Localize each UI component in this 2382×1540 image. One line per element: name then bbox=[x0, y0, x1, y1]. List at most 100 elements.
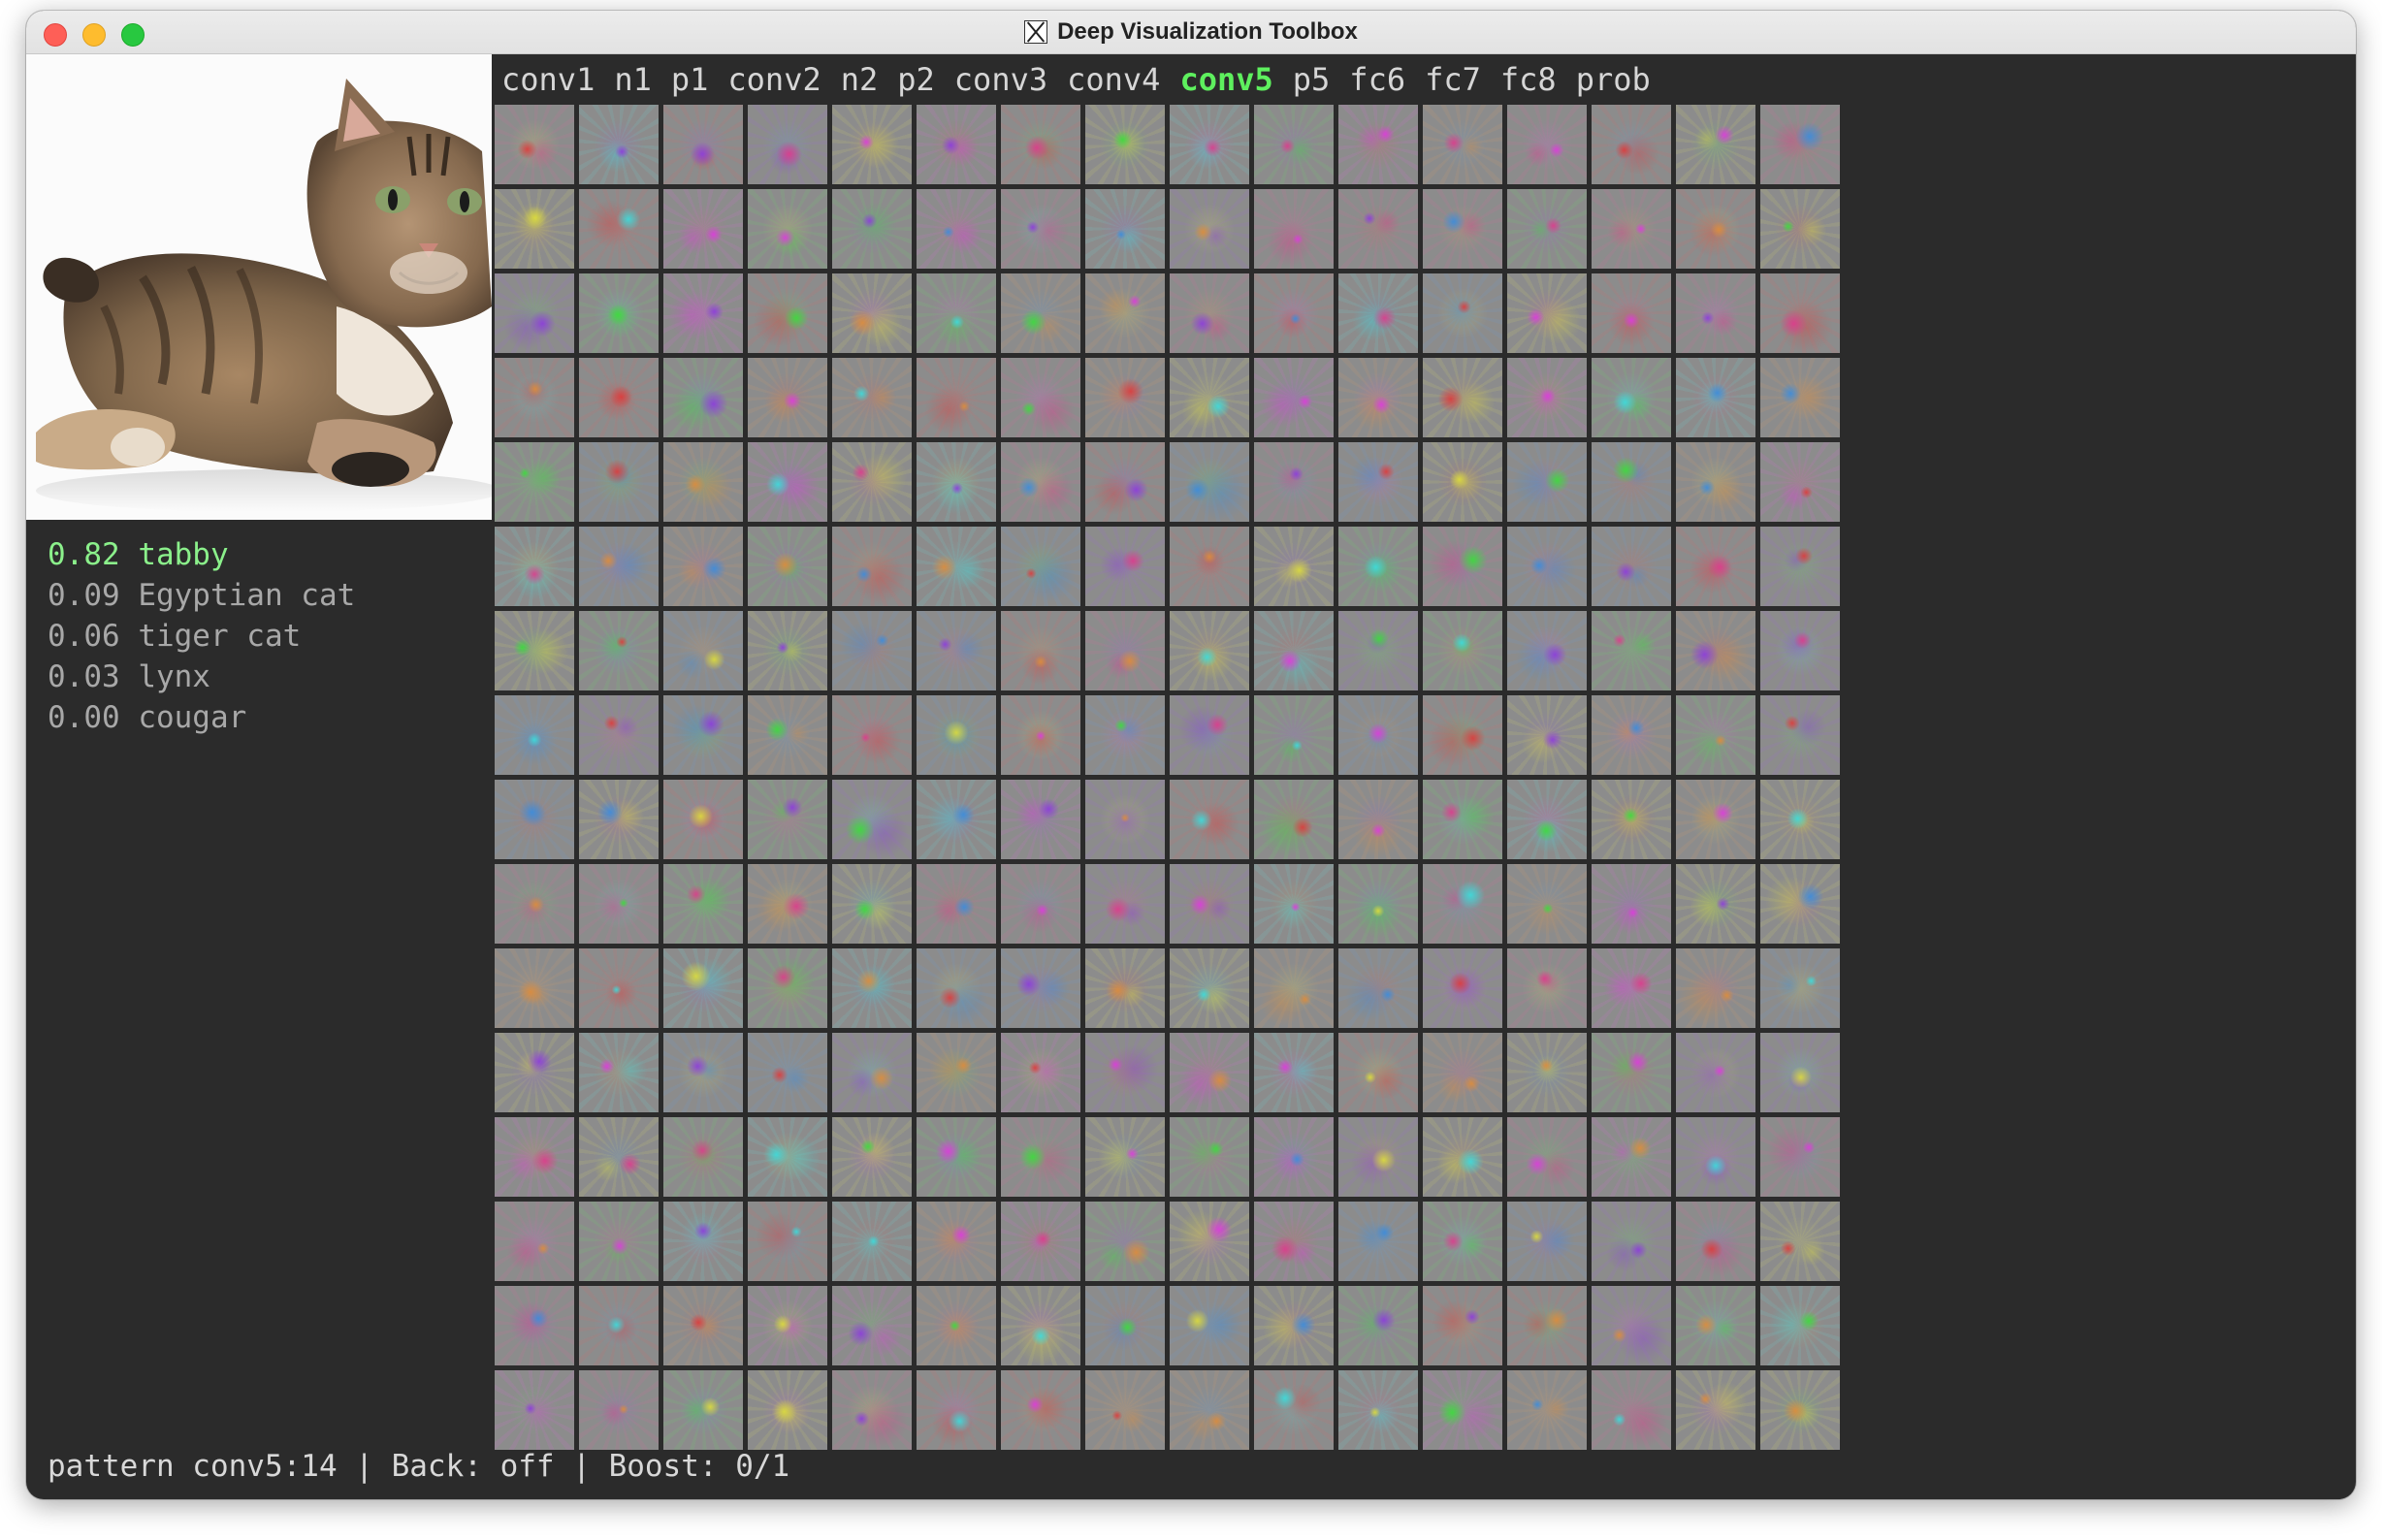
unit-cell[interactable] bbox=[663, 1202, 743, 1281]
unit-cell[interactable] bbox=[663, 442, 743, 522]
unit-cell[interactable] bbox=[663, 1286, 743, 1365]
unit-cell[interactable] bbox=[1592, 948, 1671, 1028]
unit-cell[interactable] bbox=[748, 358, 827, 437]
unit-cell[interactable] bbox=[917, 948, 996, 1028]
unit-cell[interactable] bbox=[832, 527, 912, 606]
unit-cell[interactable] bbox=[1676, 527, 1755, 606]
unit-cell[interactable] bbox=[1338, 695, 1418, 775]
unit-cell[interactable] bbox=[1085, 1117, 1165, 1197]
unit-cell[interactable] bbox=[832, 105, 912, 184]
unit-cell[interactable] bbox=[1760, 780, 1840, 859]
unit-cell[interactable] bbox=[1423, 864, 1502, 944]
unit-cell[interactable] bbox=[495, 105, 574, 184]
unit-cell[interactable] bbox=[1254, 189, 1334, 269]
unit-cell[interactable] bbox=[1170, 105, 1249, 184]
unit-cell[interactable] bbox=[748, 948, 827, 1028]
layer-tab-fc6[interactable]: fc6 bbox=[1349, 61, 1405, 98]
unit-cell[interactable] bbox=[1423, 527, 1502, 606]
unit-cell[interactable] bbox=[1001, 273, 1080, 353]
unit-cell[interactable] bbox=[1507, 1286, 1587, 1365]
unit-cell[interactable] bbox=[1085, 611, 1165, 690]
unit-cell[interactable] bbox=[579, 695, 659, 775]
unit-cell[interactable] bbox=[1507, 864, 1587, 944]
unit-cell[interactable] bbox=[832, 1033, 912, 1112]
unit-cell[interactable] bbox=[917, 1033, 996, 1112]
unit-cell[interactable] bbox=[495, 1033, 574, 1112]
unit-cell[interactable] bbox=[1592, 864, 1671, 944]
unit-cell[interactable] bbox=[1001, 611, 1080, 690]
unit-cell[interactable] bbox=[1001, 105, 1080, 184]
unit-cell[interactable] bbox=[579, 273, 659, 353]
unit-cell[interactable] bbox=[1507, 189, 1587, 269]
unit-cell[interactable] bbox=[1676, 864, 1755, 944]
unit-cell[interactable] bbox=[1338, 1202, 1418, 1281]
unit-cell[interactable] bbox=[1676, 442, 1755, 522]
layer-tab-conv1[interactable]: conv1 bbox=[501, 61, 595, 98]
unit-cell[interactable] bbox=[1592, 1286, 1671, 1365]
unit-cell[interactable] bbox=[1338, 1370, 1418, 1450]
layer-tab-n2[interactable]: n2 bbox=[841, 61, 879, 98]
unit-cell[interactable] bbox=[1001, 1286, 1080, 1365]
unit-cell[interactable] bbox=[748, 864, 827, 944]
unit-cell[interactable] bbox=[1338, 1117, 1418, 1197]
unit-cell[interactable] bbox=[1338, 611, 1418, 690]
unit-cell[interactable] bbox=[1338, 189, 1418, 269]
layer-tab-prob[interactable]: prob bbox=[1576, 61, 1651, 98]
unit-cell[interactable] bbox=[579, 1117, 659, 1197]
unit-cell[interactable] bbox=[917, 695, 996, 775]
unit-cell[interactable] bbox=[1592, 1117, 1671, 1197]
unit-cell[interactable] bbox=[1254, 695, 1334, 775]
unit-cell[interactable] bbox=[1507, 1117, 1587, 1197]
unit-cell[interactable] bbox=[1254, 611, 1334, 690]
unit-cell[interactable] bbox=[1423, 273, 1502, 353]
unit-cell[interactable] bbox=[1507, 1370, 1587, 1450]
unit-cell[interactable] bbox=[663, 1370, 743, 1450]
unit-cell[interactable] bbox=[1338, 1286, 1418, 1365]
unit-cell[interactable] bbox=[1254, 948, 1334, 1028]
unit-cell[interactable] bbox=[748, 1370, 827, 1450]
unit-cell[interactable] bbox=[1170, 1117, 1249, 1197]
unit-cell[interactable] bbox=[663, 1033, 743, 1112]
unit-cell[interactable] bbox=[1001, 695, 1080, 775]
unit-cell[interactable] bbox=[748, 1286, 827, 1365]
unit-cell[interactable] bbox=[1254, 442, 1334, 522]
unit-cell[interactable] bbox=[1001, 1370, 1080, 1450]
unit-cell[interactable] bbox=[1085, 527, 1165, 606]
unit-cell[interactable] bbox=[663, 695, 743, 775]
unit-cell[interactable] bbox=[1423, 105, 1502, 184]
unit-cell[interactable] bbox=[1254, 105, 1334, 184]
unit-cell[interactable] bbox=[1085, 105, 1165, 184]
unit-cell[interactable] bbox=[1338, 948, 1418, 1028]
unit-cell[interactable] bbox=[1676, 1033, 1755, 1112]
unit-cell[interactable] bbox=[1170, 358, 1249, 437]
unit-cell[interactable] bbox=[495, 1286, 574, 1365]
unit-cell[interactable] bbox=[495, 189, 574, 269]
unit-cell[interactable] bbox=[495, 358, 574, 437]
unit-cell[interactable] bbox=[579, 105, 659, 184]
unit-cell[interactable] bbox=[663, 864, 743, 944]
unit-cell[interactable] bbox=[832, 1286, 912, 1365]
unit-cell[interactable] bbox=[1423, 442, 1502, 522]
unit-cell[interactable] bbox=[1001, 1033, 1080, 1112]
unit-cell[interactable] bbox=[1676, 1202, 1755, 1281]
unit-cell[interactable] bbox=[1001, 1117, 1080, 1197]
layer-tab-conv5[interactable]: conv5 bbox=[1179, 61, 1272, 98]
unit-cell[interactable] bbox=[1085, 189, 1165, 269]
unit-cell[interactable] bbox=[1507, 948, 1587, 1028]
unit-cell[interactable] bbox=[1592, 273, 1671, 353]
unit-cell[interactable] bbox=[1170, 864, 1249, 944]
unit-cell[interactable] bbox=[1423, 611, 1502, 690]
unit-cell[interactable] bbox=[832, 695, 912, 775]
unit-cell[interactable] bbox=[1423, 948, 1502, 1028]
unit-cell[interactable] bbox=[1592, 780, 1671, 859]
unit-cell[interactable] bbox=[1760, 611, 1840, 690]
unit-cell[interactable] bbox=[1760, 527, 1840, 606]
unit-cell[interactable] bbox=[1676, 189, 1755, 269]
unit-cell[interactable] bbox=[1254, 273, 1334, 353]
unit-cell[interactable] bbox=[748, 189, 827, 269]
unit-cell[interactable] bbox=[663, 780, 743, 859]
unit-cell[interactable] bbox=[495, 948, 574, 1028]
unit-cell[interactable] bbox=[1338, 358, 1418, 437]
unit-cell[interactable] bbox=[832, 1370, 912, 1450]
unit-cell[interactable] bbox=[1507, 105, 1587, 184]
